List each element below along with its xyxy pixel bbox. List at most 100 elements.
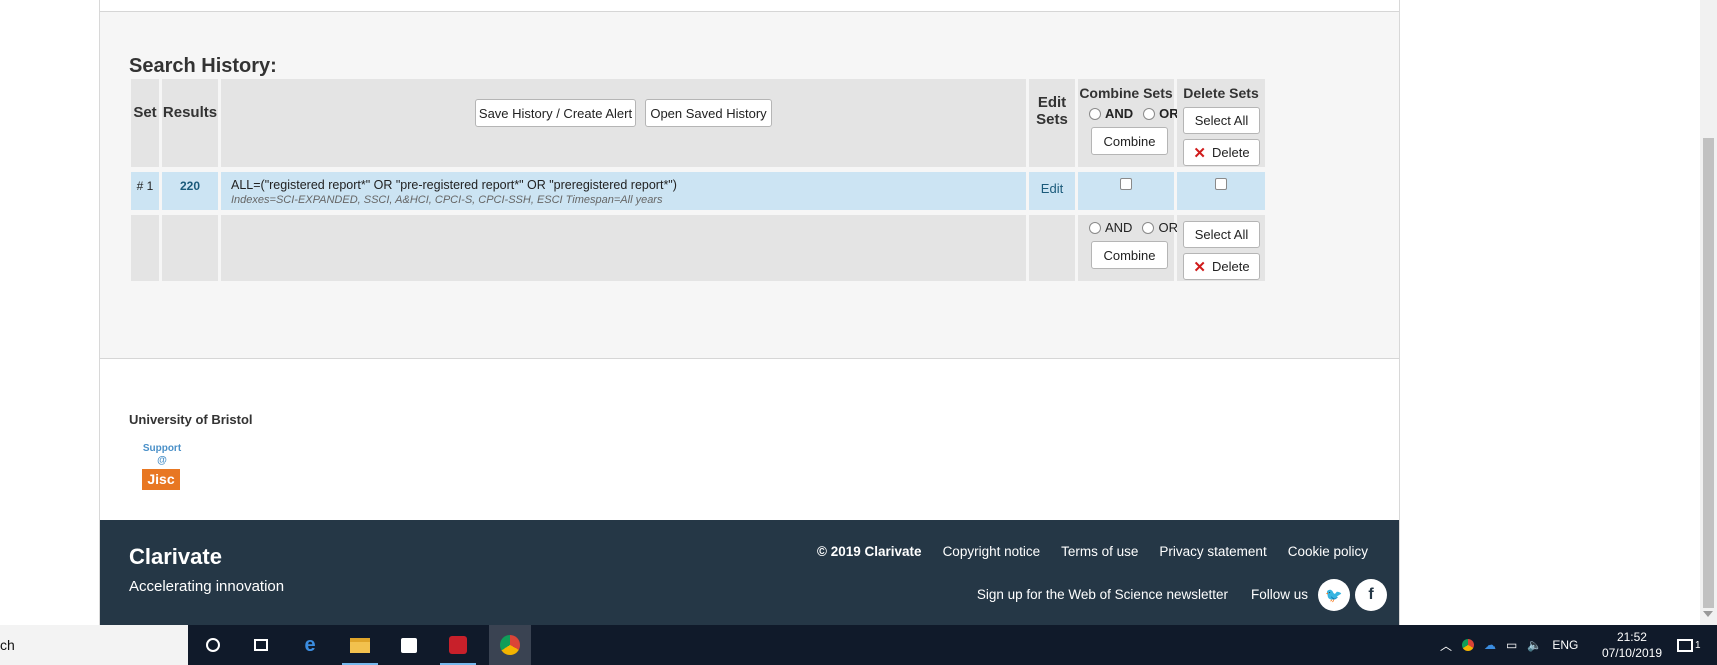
search-history-panel: Search History: Set Results Save History… — [100, 11, 1399, 359]
page-container: Search History: Set Results Save History… — [99, 0, 1400, 625]
clock-date: 07/10/2019 — [1601, 646, 1662, 660]
footer-delete-cell: Select All ✕ Delete — [1177, 215, 1265, 281]
support-text: Support — [142, 443, 182, 454]
newsletter-link[interactable]: Sign up for the Web of Science newslette… — [977, 587, 1228, 602]
windows-taskbar: ch e ︿ ☁ ▭ 🔈 ENG 21:52 07/10/2019 1 — [0, 625, 1717, 665]
footer-link-cookie[interactable]: Cookie policy — [1288, 544, 1368, 559]
header-set: Set — [133, 104, 157, 121]
header-results-cell: Results — [162, 79, 218, 167]
footer-set-cell — [131, 215, 159, 281]
row1-set-cell: # 1 — [131, 172, 159, 210]
follow-us-label: Follow us — [1250, 587, 1308, 602]
row1-delete-cell — [1177, 172, 1265, 210]
footer-links: © 2019 Clarivate Copyright notice Terms … — [817, 544, 1368, 559]
footer-query-cell — [221, 215, 1026, 281]
row1-edit-link[interactable]: Edit — [1041, 181, 1063, 196]
tray-expand-icon[interactable]: ︿ — [1440, 637, 1452, 654]
support-at: @ — [157, 455, 167, 466]
header-results: Results — [162, 104, 218, 121]
edge-icon[interactable]: e — [292, 631, 328, 659]
header-combine: Combine Sets — [1079, 85, 1173, 101]
close-icon: ✕ — [1193, 258, 1206, 276]
close-icon: ✕ — [1193, 144, 1206, 162]
notification-count: 1 — [1695, 639, 1701, 651]
row1-set: # 1 — [136, 179, 154, 193]
header-delete-cell: Delete Sets Select All ✕ Delete — [1177, 79, 1265, 167]
cortana-icon[interactable] — [195, 631, 231, 659]
or-radio-bottom[interactable] — [1142, 221, 1155, 234]
jisc-logo: Jisc — [142, 469, 180, 490]
tray-chrome-icon[interactable] — [1462, 639, 1475, 651]
chrome-icon[interactable] — [489, 625, 531, 665]
header-combine-cell: Combine Sets AND OR Combine — [1078, 79, 1179, 167]
delete-button-top[interactable]: ✕ Delete — [1183, 139, 1260, 166]
combine-button-bottom[interactable]: Combine — [1091, 241, 1168, 269]
header-set-cell: Set — [131, 79, 159, 167]
delete-button-bottom[interactable]: ✕ Delete — [1183, 253, 1260, 280]
clock-time: 21:52 — [1616, 630, 1647, 644]
file-explorer-icon[interactable] — [342, 631, 378, 665]
app-red-icon[interactable] — [440, 631, 476, 665]
row1-results-link[interactable]: 220 — [180, 179, 200, 193]
header-edit-line1: Edit — [1037, 94, 1067, 111]
save-history-button[interactable]: Save History / Create Alert — [475, 99, 636, 127]
twitter-glyph: 🐦 — [1325, 586, 1343, 603]
row1-results-cell: 220 — [162, 172, 218, 210]
and-label: AND — [1105, 106, 1134, 121]
footer-copyright: © 2019 Clarivate — [817, 544, 922, 559]
select-all-button-bottom[interactable]: Select All — [1183, 221, 1260, 248]
header-edit-cell: Edit Sets — [1029, 79, 1075, 167]
system-tray: ︿ ☁ ▭ 🔈 ENG — [1440, 625, 1578, 665]
volume-icon[interactable]: 🔈 — [1527, 638, 1542, 652]
or-label-bottom: OR — [1158, 220, 1178, 235]
header-delete: Delete Sets — [1183, 85, 1259, 101]
row1-delete-checkbox[interactable] — [1215, 178, 1227, 190]
and-radio[interactable] — [1089, 107, 1101, 120]
select-all-button-top[interactable]: Select All — [1183, 107, 1260, 134]
row1-combine-checkbox[interactable] — [1120, 178, 1132, 190]
header-edit-line2: Sets — [1036, 111, 1068, 128]
clarivate-tagline: Accelerating innovation — [129, 578, 285, 595]
network-icon[interactable]: ▭ — [1506, 638, 1517, 652]
vertical-scrollbar[interactable] — [1700, 0, 1717, 625]
and-radio-bottom[interactable] — [1089, 221, 1101, 234]
notification-center[interactable]: 1 — [1677, 625, 1701, 665]
or-label: OR — [1159, 106, 1179, 121]
or-radio[interactable] — [1143, 107, 1156, 120]
notification-icon — [1677, 638, 1693, 652]
footer-results-cell — [162, 215, 218, 281]
combine-button-top[interactable]: Combine — [1091, 127, 1168, 155]
taskbar-search-box[interactable]: ch — [0, 625, 188, 665]
clarivate-brand: Clarivate — [129, 544, 222, 569]
facebook-glyph: f — [1368, 586, 1374, 603]
jisc-support-logo[interactable]: Support @ Jisc — [142, 443, 182, 490]
store-icon[interactable] — [391, 631, 427, 659]
search-history-title: Search History: — [129, 55, 277, 77]
row1-combine-cell — [1078, 172, 1174, 210]
site-footer: Clarivate Accelerating innovation © 2019… — [100, 520, 1399, 625]
scroll-down-arrow-icon[interactable] — [1703, 611, 1713, 617]
taskbar-search-text: ch — [0, 637, 15, 653]
footer-link-privacy[interactable]: Privacy statement — [1159, 544, 1266, 559]
row1-query: ALL=("registered report*" OR "pre-regist… — [231, 178, 677, 192]
row1-meta: Indexes=SCI-EXPANDED, SSCI, A&HCI, CPCI-… — [231, 194, 663, 206]
twitter-icon[interactable]: 🐦 — [1318, 579, 1350, 611]
header-actions-cell: Save History / Create Alert Open Saved H… — [221, 79, 1026, 167]
task-view-icon[interactable] — [243, 631, 279, 659]
open-saved-history-button[interactable]: Open Saved History — [645, 99, 772, 127]
row1-query-cell: ALL=("registered report*" OR "pre-regist… — [221, 172, 1026, 210]
footer-edit-cell — [1029, 215, 1075, 281]
footer-link-copyright-notice[interactable]: Copyright notice — [943, 544, 1041, 559]
institution-name: University of Bristol — [129, 412, 253, 427]
header-combine-radio-group: AND OR — [1089, 106, 1185, 121]
footer-combine-cell: AND OR Combine — [1078, 215, 1178, 281]
language-indicator[interactable]: ENG — [1552, 638, 1578, 652]
delete-button-bottom-label: Delete — [1212, 259, 1250, 274]
facebook-icon[interactable]: f — [1355, 579, 1387, 611]
and-label-bottom: AND — [1105, 220, 1133, 235]
onedrive-icon[interactable]: ☁ — [1484, 638, 1496, 652]
footer-link-terms[interactable]: Terms of use — [1061, 544, 1138, 559]
taskbar-clock[interactable]: 21:52 07/10/2019 — [1602, 629, 1662, 661]
row1-edit-cell: Edit — [1029, 172, 1075, 210]
scrollbar-thumb[interactable] — [1703, 138, 1714, 608]
